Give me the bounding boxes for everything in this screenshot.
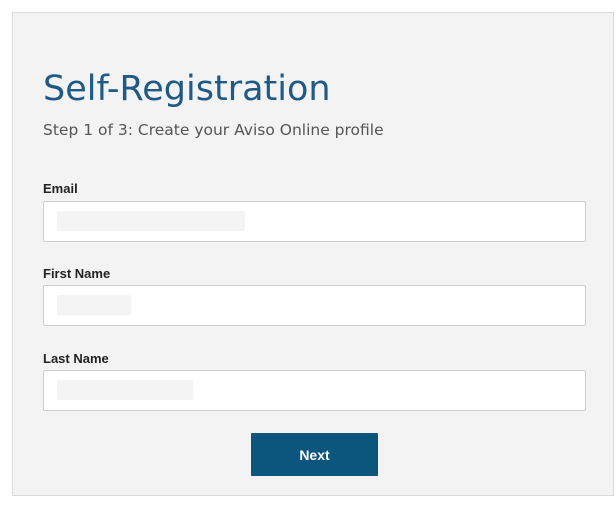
next-button[interactable]: Next (251, 433, 378, 476)
registration-card: Self-Registration Step 1 of 3: Create yo… (12, 12, 614, 496)
step-subtitle: Step 1 of 3: Create your Aviso Online pr… (43, 121, 384, 139)
last-name-label: Last Name (43, 351, 109, 366)
email-field[interactable] (43, 201, 586, 242)
first-name-label: First Name (43, 266, 111, 281)
first-name-field[interactable] (43, 285, 586, 326)
page-title: Self-Registration (43, 69, 331, 109)
last-name-field[interactable] (43, 370, 586, 411)
email-label: Email (43, 181, 78, 196)
